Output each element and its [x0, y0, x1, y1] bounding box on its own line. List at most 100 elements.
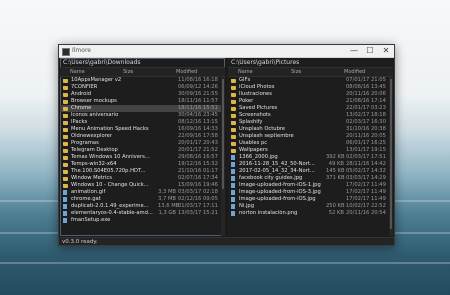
file-row[interactable]: Usables pc 06/01/17 16:25: [228, 140, 393, 147]
file-name: Temas Windows 10 Annivers...: [71, 154, 150, 160]
file-name: elementaryos-0.4-stable-amd...: [71, 210, 153, 216]
title-bar[interactable]: Ilmore — ☐ ✕: [59, 45, 394, 58]
file-name: Iconos aniversario: [71, 112, 119, 118]
right-file-list: GIFs 07/01/17 21:05 iCloud Photos 08/08/16 …: [228, 77, 393, 217]
file-row[interactable]: 10AppsManager v2 11/08/16 16:18: [60, 77, 225, 84]
file-row[interactable]: Window Metrics 02/07/16 17:34: [60, 175, 225, 182]
file-icon: [231, 183, 235, 188]
file-name: 10AppsManager v2: [71, 77, 122, 83]
file-row[interactable]: Menu Animation Speed Hacks 16/09/16 14:33: [60, 126, 225, 133]
right-scrollbar-thumb[interactable]: [390, 79, 392, 229]
file-row[interactable]: iCloud Photos 08/08/16 13:45: [228, 84, 393, 91]
file-row[interactable]: GIFs 07/01/17 21:05: [228, 77, 393, 84]
left-pane-path[interactable]: C:\Users\gabri\Downloads: [60, 58, 225, 67]
file-row[interactable]: The.100.S04E05.720p.HDT... 21/10/16 01:17: [60, 168, 225, 175]
file-name: Menu Animation Speed Hacks: [71, 126, 149, 132]
file-modified: 06/01/17 16:25: [346, 140, 386, 146]
file-modified: 20/11/16 20:54: [346, 210, 386, 216]
column-header-modified[interactable]: Modified: [344, 68, 365, 76]
file-modified: 03/03/17 02:18: [178, 189, 218, 195]
right-pane[interactable]: C:\Users\gabri\Pictures Name Size Modifi…: [228, 58, 393, 236]
file-name: Poker: [239, 98, 254, 104]
file-modified: 18/11/16 15:51: [178, 105, 218, 111]
file-row[interactable]: Unsplash Octubre 31/10/16 20:38: [228, 126, 393, 133]
file-name: Programas: [71, 140, 99, 146]
file-name: Telegram Desktop: [71, 147, 118, 153]
file-name: Unsplash septiembre: [239, 133, 294, 139]
file-row[interactable]: Windows 10 - Change Quick... 15/09/16 19:…: [60, 182, 225, 189]
file-name: IPacks: [71, 119, 88, 125]
file-row[interactable]: Oldnewexplorer 22/09/16 17:58: [60, 133, 225, 140]
right-scrollbar[interactable]: [389, 77, 393, 236]
file-row[interactable]: Chrome 18/11/16 15:51: [60, 105, 225, 112]
file-row[interactable]: 7CONFIER 06/09/12 14:26: [60, 84, 225, 91]
file-icon: [231, 176, 235, 181]
column-header-modified[interactable]: Modified: [176, 68, 197, 76]
file-row[interactable]: Telegram Desktop 20/01/17 21:52: [60, 147, 225, 154]
file-row[interactable]: Image-uploaded-from-iOS-3.jpg 17/02/17 11…: [228, 189, 393, 196]
file-row[interactable]: Splashify 02/03/17 16:30: [228, 119, 393, 126]
file-modified: 18/11/16 11:57: [178, 98, 218, 104]
file-manager-window: Ilmore — ☐ ✕ C:\Users\gabri\Downloads Na…: [58, 44, 395, 246]
file-row[interactable]: fmanSetup.exe: [60, 217, 225, 224]
folder-icon: [231, 85, 236, 90]
column-header-size[interactable]: Size: [123, 68, 133, 76]
file-modified: 08/12/16 13:15: [178, 119, 218, 125]
file-size: 371 KB: [326, 175, 345, 181]
minimize-button[interactable]: —: [346, 45, 362, 57]
file-row[interactable]: Ni.jpg 250 KB 10/02/17 22:52: [228, 203, 393, 210]
file-icon: [231, 197, 235, 202]
file-name: Ilustraciones: [239, 91, 272, 97]
folder-icon: [231, 127, 236, 132]
file-row[interactable]: Iconos aniversario 30/04/16 23:45: [60, 112, 225, 119]
maximize-button[interactable]: ☐: [362, 45, 378, 57]
folder-icon: [63, 120, 68, 125]
file-row[interactable]: Ilustraciones 20/11/16 20:06: [228, 91, 393, 98]
left-file-list: 10AppsManager v2 11/08/16 16:18 7CONFIER 06…: [60, 77, 225, 224]
file-icon: [231, 162, 235, 167]
file-row[interactable]: IPacks 08/12/16 13:15: [60, 119, 225, 126]
file-row[interactable]: Screenshots 13/02/17 18:18: [228, 112, 393, 119]
file-row[interactable]: Temps-win32-x64 19/12/16 15:32: [60, 161, 225, 168]
file-name: 2016-11-28_15_42_50-Nort...: [239, 161, 315, 167]
file-row[interactable]: facebook city guides.jpg 371 KB 03/03/17 1…: [228, 175, 393, 182]
file-modified: 10/02/17 22:52: [346, 203, 386, 209]
file-row[interactable]: Unsplash septiembre 20/11/16 20:05: [228, 133, 393, 140]
file-icon: [231, 211, 235, 216]
column-header-name[interactable]: Name: [238, 68, 253, 76]
file-modified: 07/01/17 21:05: [346, 77, 386, 83]
file-row[interactable]: duplicati-2.0.1.49_experime... 13,6 MB 01/…: [60, 203, 225, 210]
folder-icon: [231, 141, 236, 146]
file-row[interactable]: 1366_2000.jpg 392 KB 02/03/17 17:51: [228, 154, 393, 161]
left-scrollbar-thumb[interactable]: [222, 79, 224, 189]
folder-icon: [231, 78, 236, 83]
column-header-size[interactable]: Size: [291, 68, 301, 76]
folder-icon: [231, 113, 236, 118]
file-row[interactable]: Android 30/09/16 21:55: [60, 91, 225, 98]
file-row[interactable]: 2017-02-05_14_32_34-Nort... 145 KB 05/02/1…: [228, 168, 393, 175]
file-row[interactable]: elementaryos-0.4-stable-amd... 1,3 GB 13/0…: [60, 210, 225, 217]
file-row[interactable]: chrome.gat 3,7 MB 02/12/16 09:05: [60, 196, 225, 203]
file-name: duplicati-2.0.1.49_experime...: [71, 203, 149, 209]
right-pane-path[interactable]: C:\Users\gabri\Pictures: [228, 58, 393, 67]
file-row[interactable]: Image-uploaded-from-iOS-1.jpg 17/02/17 11…: [228, 182, 393, 189]
file-row[interactable]: animation.gif 3,3 MB 03/03/17 02:18: [60, 189, 225, 196]
file-row[interactable]: norton instalación.png 52 KB 20/11/16 20:5…: [228, 210, 393, 217]
left-pane[interactable]: C:\Users\gabri\Downloads Name Size Modif…: [60, 58, 225, 236]
file-name: Browser mockups: [71, 98, 117, 104]
file-name: Wallpapers: [239, 147, 268, 153]
file-name: Image-uploaded-from-iOS-3.jpg: [239, 189, 321, 195]
file-row[interactable]: Programas 20/01/17 20:43: [60, 140, 225, 147]
column-header-name[interactable]: Name: [70, 68, 85, 76]
file-row[interactable]: Temas Windows 10 Annivers... 29/08/16 16:…: [60, 154, 225, 161]
folder-icon: [231, 106, 236, 111]
file-row[interactable]: Browser mockups 18/11/16 11:57: [60, 98, 225, 105]
left-scrollbar[interactable]: [221, 77, 225, 236]
folder-icon: [63, 155, 68, 160]
close-button[interactable]: ✕: [378, 45, 394, 57]
file-row[interactable]: 2016-11-28_15_42_50-Nort... 49 KB 28/11/16…: [228, 161, 393, 168]
file-row[interactable]: Saved Pictures 22/01/17 03:23: [228, 105, 393, 112]
file-row[interactable]: Image-uploaded-from-iOS.jpg 17/02/17 11:4…: [228, 196, 393, 203]
file-row[interactable]: Wallpapers 13/01/17 19:15: [228, 147, 393, 154]
file-row[interactable]: Poker 21/08/16 17:14: [228, 98, 393, 105]
